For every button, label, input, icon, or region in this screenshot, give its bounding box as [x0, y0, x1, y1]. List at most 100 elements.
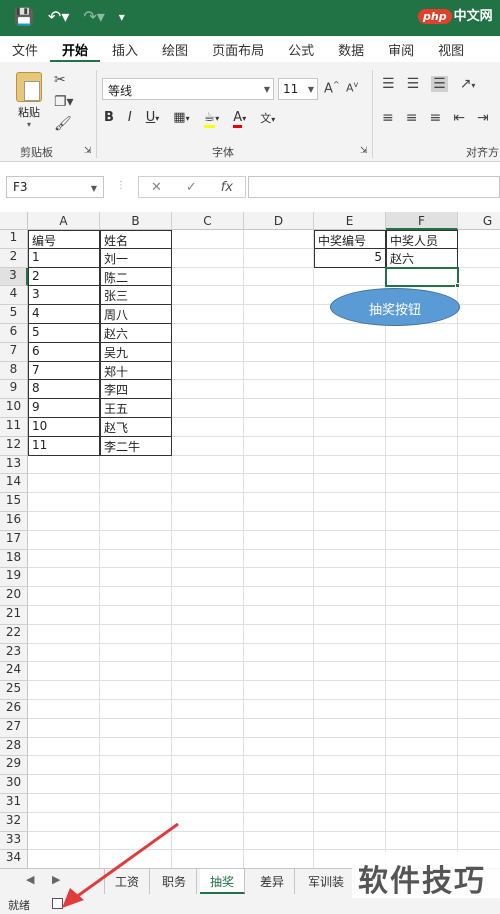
- row-header[interactable]: 11: [0, 418, 28, 437]
- cell[interactable]: [100, 530, 172, 550]
- cell[interactable]: [386, 775, 458, 794]
- tab-review[interactable]: 审阅: [376, 36, 426, 62]
- row-header[interactable]: 9: [0, 380, 28, 400]
- cell[interactable]: 姓名: [100, 230, 172, 249]
- cell[interactable]: [386, 436, 458, 456]
- cell[interactable]: [28, 587, 100, 606]
- undo-icon[interactable]: ↶▾: [48, 7, 69, 26]
- select-all-corner[interactable]: [0, 212, 28, 230]
- cell[interactable]: [100, 756, 172, 776]
- fill-color-icon[interactable]: ☕▾: [203, 110, 219, 128]
- cell[interactable]: [386, 587, 458, 606]
- row-header[interactable]: 5: [0, 305, 28, 324]
- column-header-c[interactable]: C: [172, 212, 244, 230]
- shrink-font-icon[interactable]: Av: [346, 80, 358, 95]
- sheet-tab-position[interactable]: 职务: [152, 869, 198, 894]
- customize-qat-icon[interactable]: ▾: [119, 7, 125, 26]
- cell[interactable]: [386, 380, 458, 400]
- cell[interactable]: [28, 850, 100, 868]
- cell[interactable]: [28, 700, 100, 719]
- cell[interactable]: 吴九: [100, 342, 172, 362]
- cell[interactable]: [386, 549, 458, 569]
- row-header[interactable]: 16: [0, 512, 28, 531]
- cell[interactable]: [28, 474, 100, 494]
- cell[interactable]: [172, 624, 244, 644]
- cell[interactable]: [314, 361, 386, 381]
- cell[interactable]: 7: [28, 361, 100, 381]
- cell[interactable]: [172, 587, 244, 606]
- cell[interactable]: 中奖人员: [386, 230, 458, 249]
- phonetic-icon[interactable]: 文▾: [260, 110, 275, 126]
- cell[interactable]: [172, 643, 244, 663]
- row-header[interactable]: 28: [0, 737, 28, 757]
- cell[interactable]: [314, 399, 386, 418]
- cell[interactable]: [386, 643, 458, 663]
- cell[interactable]: [386, 662, 458, 682]
- cell[interactable]: [458, 512, 500, 531]
- cell[interactable]: [28, 662, 100, 682]
- cell[interactable]: [314, 455, 386, 475]
- cell[interactable]: [386, 624, 458, 644]
- cell[interactable]: [386, 455, 458, 475]
- cell[interactable]: [244, 493, 314, 512]
- row-header[interactable]: 29: [0, 756, 28, 776]
- decrease-indent-icon[interactable]: ⇤: [453, 110, 465, 126]
- cell[interactable]: [100, 474, 172, 494]
- cell[interactable]: [458, 230, 500, 249]
- cell[interactable]: [314, 512, 386, 531]
- underline-button[interactable]: U▾: [146, 110, 160, 126]
- cell[interactable]: [100, 549, 172, 569]
- cell[interactable]: [458, 418, 500, 437]
- cell[interactable]: [172, 812, 244, 832]
- cell[interactable]: [28, 718, 100, 738]
- row-header[interactable]: 34: [0, 850, 28, 868]
- cell[interactable]: [172, 737, 244, 757]
- tab-file[interactable]: 文件: [0, 36, 50, 62]
- cell[interactable]: [100, 624, 172, 644]
- cell[interactable]: [458, 756, 500, 776]
- paste-button[interactable]: 粘贴 ▾: [12, 72, 46, 129]
- cell[interactable]: [28, 794, 100, 813]
- cell[interactable]: [172, 248, 244, 268]
- cell[interactable]: [458, 399, 500, 418]
- cell[interactable]: [314, 530, 386, 550]
- row-header[interactable]: 22: [0, 624, 28, 644]
- cell[interactable]: [386, 794, 458, 813]
- cell[interactable]: [386, 474, 458, 494]
- cell[interactable]: [100, 587, 172, 606]
- cell[interactable]: [314, 568, 386, 588]
- cell[interactable]: [244, 324, 314, 343]
- save-icon[interactable]: 💾: [14, 7, 34, 26]
- cancel-icon[interactable]: ✕: [151, 180, 162, 195]
- formula-input[interactable]: [248, 176, 500, 198]
- tab-formulas[interactable]: 公式: [276, 36, 326, 62]
- cell[interactable]: [458, 324, 500, 343]
- cell[interactable]: [172, 718, 244, 738]
- grow-font-icon[interactable]: A^: [324, 80, 340, 96]
- cell[interactable]: [386, 568, 458, 588]
- cell[interactable]: [100, 568, 172, 588]
- cell[interactable]: [386, 418, 458, 437]
- copy-icon[interactable]: ❐▾: [54, 94, 74, 110]
- cell[interactable]: [244, 248, 314, 268]
- cell[interactable]: [244, 737, 314, 757]
- cell[interactable]: [386, 737, 458, 757]
- cell[interactable]: 9: [28, 399, 100, 418]
- cell[interactable]: [100, 512, 172, 531]
- cell[interactable]: [244, 399, 314, 418]
- cell[interactable]: 郑十: [100, 361, 172, 381]
- cell[interactable]: [458, 775, 500, 794]
- clipboard-launcher-icon[interactable]: ⇲: [84, 146, 92, 156]
- cell[interactable]: [458, 681, 500, 700]
- cell[interactable]: [314, 643, 386, 663]
- cell[interactable]: [28, 606, 100, 625]
- lottery-shape-button[interactable]: 抽奖按钮: [330, 288, 460, 326]
- cell[interactable]: [314, 418, 386, 437]
- cell[interactable]: 王五: [100, 399, 172, 418]
- cell[interactable]: [28, 831, 100, 851]
- insert-function-icon[interactable]: fx: [221, 180, 233, 195]
- cell[interactable]: [100, 794, 172, 813]
- cell[interactable]: [172, 794, 244, 813]
- row-header[interactable]: 14: [0, 474, 28, 494]
- italic-button[interactable]: I: [128, 110, 132, 126]
